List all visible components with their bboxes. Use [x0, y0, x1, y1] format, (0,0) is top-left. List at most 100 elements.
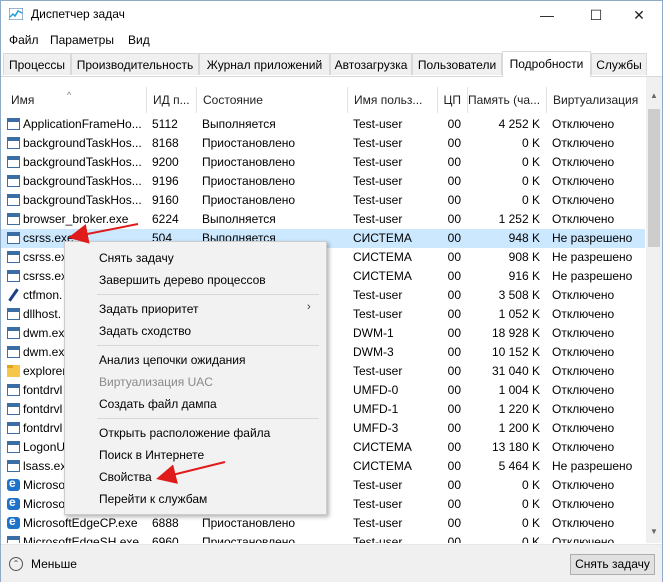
cell-virtualization: Отключено — [552, 155, 615, 169]
tab-app-history[interactable]: Журнал приложений — [199, 53, 330, 75]
cell-user: СИСТЕМА — [353, 459, 412, 473]
tab-processes[interactable]: Процессы — [3, 53, 71, 75]
cell-user: Test-user — [353, 364, 403, 378]
cell-cpu: 00 — [447, 117, 461, 131]
menu-options[interactable]: Параметры — [50, 33, 114, 47]
menu-bar: Файл Параметры Вид — [1, 29, 662, 51]
cell-user: Test-user — [353, 307, 403, 321]
minimize-button[interactable]: — — [524, 1, 570, 29]
cell-user: СИСТЕМА — [353, 231, 412, 245]
column-header-memory[interactable]: Память (ча... — [467, 87, 546, 113]
ctx-separator — [97, 345, 319, 346]
window-icon — [7, 118, 20, 130]
ctx-set-priority[interactable]: Задать приоритет — [99, 299, 198, 319]
table-row[interactable]: ApplicationFrameHo... 5112 Выполняется Test… — [1, 115, 645, 134]
cell-name: backgroundTaskHos... — [23, 174, 142, 188]
end-task-button[interactable]: Снять задачу — [570, 554, 655, 575]
table-row[interactable]: backgroundTaskHos... 8168 Приостановлено Te… — [1, 134, 645, 153]
cell-virtualization: Отключено — [552, 193, 615, 207]
cell-virtualization: Отключено — [552, 478, 615, 492]
ctx-search-online[interactable]: Поиск в Интернете — [99, 445, 204, 465]
menu-view[interactable]: Вид — [128, 33, 150, 47]
cell-pid: 6224 — [152, 212, 179, 226]
ctx-analyze-wait-chain[interactable]: Анализ цепочки ожидания — [99, 350, 245, 370]
task-manager-app-icon — [9, 8, 23, 20]
ctx-go-to-services[interactable]: Перейти к службам — [99, 489, 207, 509]
cell-cpu: 00 — [447, 516, 461, 530]
cell-cpu: 00 — [447, 345, 461, 359]
tab-users[interactable]: Пользователи — [412, 53, 502, 75]
cell-virtualization: Отключено — [552, 174, 615, 188]
cell-virtualization: Отключено — [552, 117, 615, 131]
cell-virtualization: Отключено — [552, 421, 615, 435]
cell-cpu: 00 — [447, 364, 461, 378]
cell-user: DWM-3 — [353, 345, 394, 359]
tab-strip: Процессы Производительность Журнал прило… — [1, 51, 662, 77]
menu-file[interactable]: Файл — [9, 33, 39, 47]
close-button[interactable]: ✕ — [616, 1, 662, 29]
cell-memory: 10 152 K — [491, 345, 540, 359]
tab-details[interactable]: Подробности — [502, 51, 591, 77]
cell-cpu: 00 — [447, 440, 461, 454]
cell-name: ApplicationFrameHo... — [23, 117, 142, 131]
column-header-status[interactable]: Состояние — [196, 87, 347, 113]
ctx-separator — [97, 418, 319, 419]
table-row[interactable]: backgroundTaskHos... 9160 Приостановлено Te… — [1, 191, 645, 210]
cell-name: backgroundTaskHos... — [23, 155, 142, 169]
cell-name: backgroundTaskHos... — [23, 136, 142, 150]
scroll-thumb[interactable] — [648, 109, 660, 247]
table-row[interactable]: MicrosoftEdgeSH.exe 6960 Приостановлено Tes… — [1, 533, 645, 543]
folder-icon — [7, 365, 20, 377]
cell-memory: 0 K — [521, 516, 540, 530]
window-icon — [7, 384, 20, 396]
window-icon — [7, 156, 20, 168]
column-header-user[interactable]: Имя польз... — [347, 87, 437, 113]
ctx-end-task[interactable]: Снять задачу — [99, 248, 174, 268]
column-header-name[interactable]: Имя — [1, 87, 146, 113]
cell-user: Test-user — [353, 535, 403, 543]
column-header-virtualization[interactable]: Виртуализация — [546, 87, 645, 113]
cell-virtualization: Отключено — [552, 307, 615, 321]
ctx-properties[interactable]: Свойства — [99, 467, 152, 487]
maximize-button[interactable]: ☐ — [573, 1, 619, 29]
ctx-end-process-tree[interactable]: Завершить дерево процессов — [99, 270, 266, 290]
cell-name: backgroundTaskHos... — [23, 193, 142, 207]
tab-startup[interactable]: Автозагрузка — [330, 53, 412, 75]
less-details-link[interactable]: Меньше — [31, 557, 77, 571]
ctx-separator — [97, 294, 319, 295]
ctx-create-dump-file[interactable]: Создать файл дампа — [99, 394, 217, 414]
cell-memory: 1 004 K — [498, 383, 540, 397]
cell-memory: 908 K — [508, 250, 540, 264]
table-row[interactable]: MicrosoftEdgeCP.exe 6888 Приостановлено Tes… — [1, 514, 645, 533]
window-icon — [7, 460, 20, 472]
vertical-scrollbar[interactable]: ▲ ▼ — [646, 77, 662, 543]
table-row[interactable]: backgroundTaskHos... 9200 Приостановлено Te… — [1, 153, 645, 172]
cell-user: СИСТЕМА — [353, 440, 412, 454]
cell-status: Приостановлено — [202, 516, 296, 530]
cell-cpu: 00 — [447, 383, 461, 397]
ctx-set-affinity[interactable]: Задать сходство — [99, 321, 191, 341]
cell-name: browser_broker.exe — [23, 212, 129, 226]
cell-status: Приостановлено — [202, 136, 296, 150]
collapse-up-icon[interactable]: ⌃ — [9, 557, 23, 571]
window-icon — [7, 194, 20, 206]
window-icon — [7, 441, 20, 453]
cell-status: Приостановлено — [202, 535, 296, 543]
column-header-pid[interactable]: ИД п... — [146, 87, 196, 113]
column-header-cpu[interactable]: ЦП — [437, 87, 467, 113]
ctx-open-file-location[interactable]: Открыть расположение файла — [99, 423, 270, 443]
cell-memory: 3 508 K — [498, 288, 540, 302]
cell-cpu: 00 — [447, 269, 461, 283]
cell-user: Test-user — [353, 155, 403, 169]
tab-services[interactable]: Службы — [591, 53, 647, 75]
cell-memory: 948 K — [508, 231, 540, 245]
scroll-down-arrow-icon[interactable]: ▼ — [650, 527, 658, 536]
tab-performance[interactable]: Производительность — [71, 53, 199, 75]
title-bar[interactable]: Диспетчер задач — ☐ ✕ — [1, 1, 662, 29]
table-row[interactable]: browser_broker.exe 6224 Выполняется Test-us… — [1, 210, 645, 229]
table-row[interactable]: backgroundTaskHos... 9196 Приостановлено Te… — [1, 172, 645, 191]
pen-icon — [7, 289, 20, 301]
scroll-up-arrow-icon[interactable]: ▲ — [650, 91, 658, 100]
window-icon — [7, 232, 20, 244]
cell-cpu: 00 — [447, 307, 461, 321]
